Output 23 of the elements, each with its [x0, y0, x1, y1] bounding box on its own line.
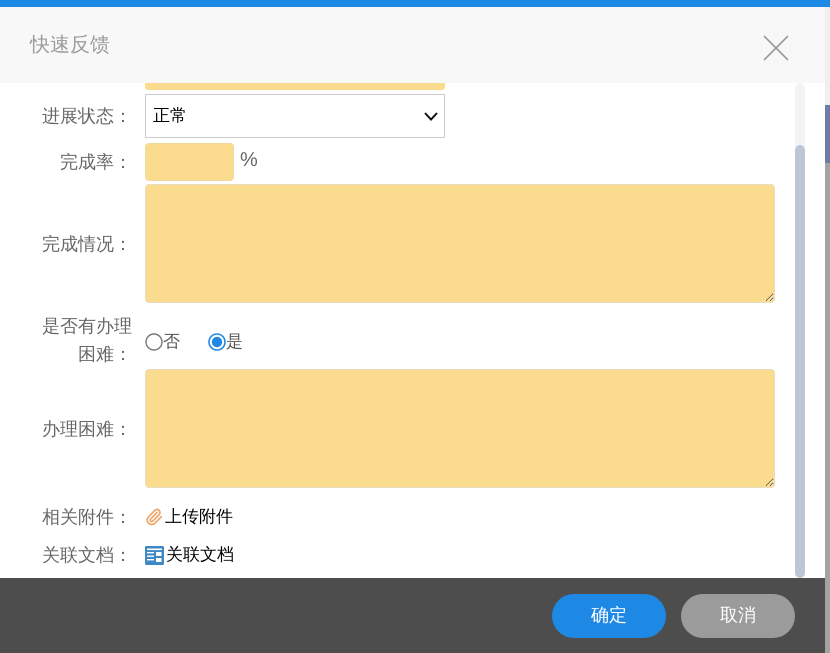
text-input-field[interactable] — [145, 83, 445, 90]
field-label: 完成率： — [59, 151, 132, 174]
related-document-link[interactable]: 关联文档 — [145, 542, 234, 568]
field-label: 办理困难： — [41, 418, 132, 440]
paperclip-icon — [145, 508, 163, 526]
upload-attachment-link[interactable]: 上传附件 — [145, 504, 233, 530]
percent-unit: % — [240, 148, 258, 173]
field-label: 进展状态： — [41, 105, 132, 128]
status-select[interactable]: 正常 — [145, 94, 445, 138]
radio-option[interactable]: 是 — [208, 329, 243, 355]
textarea-field[interactable] — [145, 184, 775, 303]
field-label: 是否有办理困难： — [41, 315, 132, 366]
chevron-down-icon — [424, 112, 438, 120]
field-label: 关联文档： — [41, 544, 132, 567]
completion-rate-input[interactable] — [145, 143, 234, 181]
field-label: 完成情况： — [41, 232, 132, 256]
radio-option[interactable]: 否 — [145, 329, 180, 355]
dialog-title: 快速反馈 — [30, 33, 110, 58]
confirm-button[interactable]: 确定 — [552, 594, 666, 638]
textarea-field[interactable] — [145, 369, 775, 488]
field-label: 相关附件： — [41, 506, 132, 529]
document-list-icon — [145, 546, 164, 564]
close-icon[interactable] — [763, 35, 789, 61]
